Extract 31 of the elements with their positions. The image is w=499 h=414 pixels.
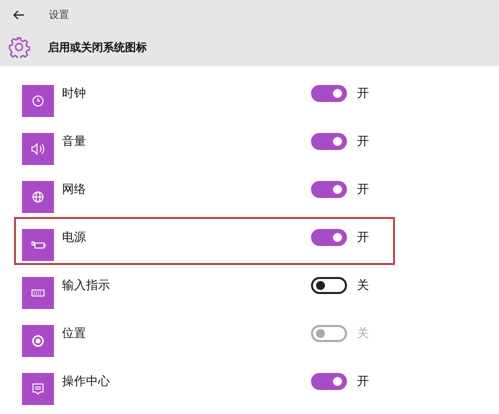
toggle-switch[interactable] [311, 229, 347, 246]
back-icon[interactable] [13, 10, 25, 20]
toggle-state: 开 [357, 229, 369, 246]
item-label: 电源 [62, 229, 87, 246]
message-icon [22, 373, 54, 405]
settings-icon [8, 36, 30, 58]
toggle-state: 关 [357, 277, 369, 294]
target-icon [22, 325, 54, 357]
toggle-switch[interactable] [311, 373, 347, 390]
item-label: 输入指示 [62, 277, 111, 294]
toggle-state: 关 [357, 325, 369, 342]
toggle-state: 开 [357, 85, 369, 102]
page-title: 启用或关闭系统图标 [48, 40, 147, 54]
speaker-icon [22, 133, 54, 165]
item-label: 时钟 [62, 85, 87, 102]
clock-icon [22, 85, 54, 117]
toggle-state: 开 [357, 133, 369, 150]
battery-icon [22, 229, 54, 261]
item-label: 网络 [62, 181, 87, 198]
toggle-switch[interactable] [311, 277, 347, 294]
item-label: 音量 [62, 133, 87, 150]
toggle-state: 开 [357, 181, 369, 198]
globe-icon [22, 181, 54, 213]
item-label: 操作中心 [62, 373, 111, 390]
window-title: 设置 [49, 8, 69, 22]
toggle-state: 开 [357, 373, 369, 390]
toggle-switch[interactable] [311, 85, 347, 102]
item-label: 位置 [62, 325, 87, 342]
toggle-switch[interactable] [311, 181, 347, 198]
toggle-switch[interactable] [311, 133, 347, 150]
keyboard-icon [22, 277, 54, 309]
